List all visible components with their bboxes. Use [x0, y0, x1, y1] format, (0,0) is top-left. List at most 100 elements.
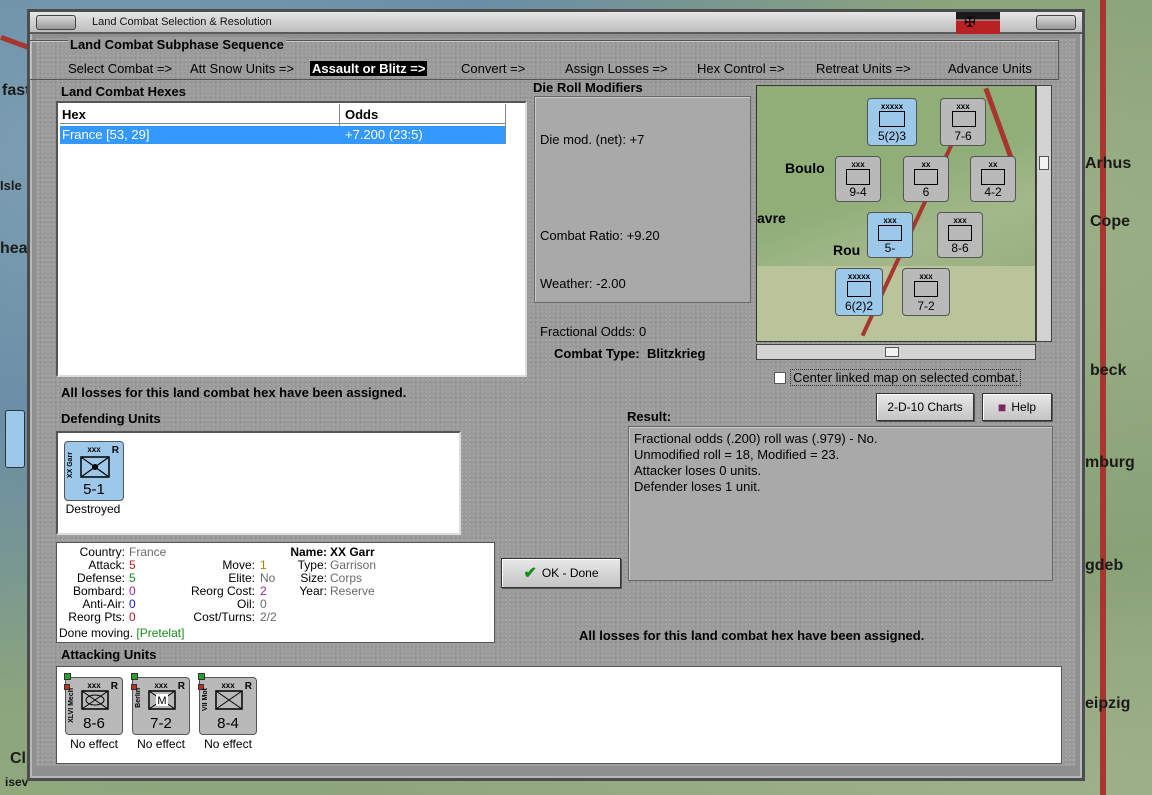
info-label: Cost/Turns: — [193, 610, 255, 624]
map-unit-counter[interactable]: xx 4-2 — [970, 156, 1016, 202]
window-close-button[interactable] — [1036, 15, 1076, 30]
counter-strength: 4-2 — [984, 185, 1002, 199]
table-header: Hex Odds — [60, 104, 505, 124]
window-menu-button[interactable] — [36, 15, 76, 30]
attacking-unit-counter[interactable]: VII Mot xxx R 8-4 — [198, 673, 257, 735]
unit-name: Berlin — [135, 688, 142, 708]
center-linked-label[interactable]: Center linked map on selected combat. — [790, 369, 1022, 386]
attacking-unit-counter[interactable]: XLVI Mech xxx R 8-6 — [64, 673, 123, 735]
combat-hexes-title: Land Combat Hexes — [61, 84, 186, 99]
map-label: gdeb — [1085, 557, 1124, 574]
done-moving-location: [Pretelat] — [136, 626, 185, 640]
column-header-odds[interactable]: Odds — [345, 107, 378, 122]
attacking-unit-result: No effect — [137, 737, 185, 751]
info-label: Name: — [290, 545, 327, 559]
step-att-snow-units: Att Snow Units => — [190, 61, 295, 76]
title-bar[interactable]: Land Combat Selection & Resolution ✠ — [30, 12, 1082, 34]
combat-ratio: Combat Ratio: +9.20 — [540, 228, 660, 243]
map-label: Cope — [1090, 213, 1130, 230]
cavalry-symbol-icon — [914, 169, 938, 185]
counter-strength: 5- — [884, 241, 896, 255]
step-convert: Convert => — [461, 61, 526, 76]
counter-level: xxx — [919, 272, 933, 281]
info-label: Country: — [79, 545, 125, 559]
map-label-rouen: Rou — [833, 242, 861, 258]
counter-level: xx — [921, 160, 931, 169]
step-assault-or-blitz: Assault or Blitz => — [310, 61, 428, 76]
border-line — [983, 87, 1016, 165]
defending-unit-counter[interactable]: XX Garr xxx R 5-1 — [64, 441, 124, 501]
scroll-thumb[interactable] — [1039, 156, 1049, 170]
map-label-havre: avre — [757, 210, 786, 226]
map-label: mburg — [1085, 454, 1135, 471]
map-label: isev — [5, 775, 29, 789]
map-unit-counter[interactable]: xxxxx 5(2)3 — [867, 98, 917, 146]
unit-info-panel: Country: France Attack: 5 Defense: 5 Bom… — [56, 542, 495, 643]
table-row[interactable]: France [53, 29] +7.200 (23:5) — [60, 126, 505, 144]
map-unit-counter[interactable]: xxx 8-6 — [937, 212, 983, 258]
motorized-symbol-icon: M — [148, 690, 176, 710]
info-label: Reorg Pts: — [68, 610, 125, 624]
map-unit-counter[interactable]: xx 6 — [903, 156, 949, 202]
ok-done-button[interactable]: ✔ OK - Done — [501, 558, 621, 588]
mech-infantry-symbol-icon — [81, 690, 109, 710]
help-button[interactable]: ■ Help — [982, 393, 1052, 421]
info-label: Elite: — [228, 571, 255, 585]
info-label: Year: — [299, 584, 327, 598]
column-divider — [505, 104, 506, 144]
info-value-size: Corps — [330, 571, 363, 585]
result-box: Fractional odds (.200) roll was (.979) -… — [628, 426, 1053, 581]
charts-button[interactable]: 2-D-10 Charts — [876, 393, 974, 421]
counter-level: xxx — [851, 160, 865, 169]
attacking-unit-counter[interactable]: Berlin xxx R M 7-2 — [131, 673, 190, 735]
step-advance-units: Advance Units — [948, 61, 1032, 76]
info-value-cost-turns: 2/2 — [260, 610, 277, 624]
info-value-oil: 0 — [260, 597, 267, 611]
map-label: Isle — [0, 178, 22, 193]
column-header-hex[interactable]: Hex — [62, 107, 86, 122]
center-linked-checkbox[interactable] — [774, 372, 786, 384]
minimap-vertical-scrollbar[interactable] — [1036, 85, 1052, 342]
combat-type-value: Blitzkrieg — [646, 346, 706, 361]
motorized-symbol-icon — [914, 281, 938, 297]
info-value-year: Reserve — [330, 584, 375, 598]
result-line: Attacker loses 0 units. — [634, 463, 762, 478]
land-area — [757, 266, 1035, 341]
map-unit-counter[interactable]: xxx 7-6 — [940, 98, 986, 146]
charts-button-label: 2-D-10 Charts — [887, 400, 963, 414]
unit-name: XX Garr — [67, 452, 74, 479]
info-label: Size: — [300, 571, 327, 585]
map-unit-counter-selected[interactable]: xxx 5- — [867, 212, 913, 258]
counter-strength: 5(2)3 — [877, 129, 906, 143]
step-hex-control: Hex Control => — [697, 61, 785, 76]
map-counter[interactable] — [5, 410, 25, 468]
reserve-marker: R — [177, 681, 185, 692]
german-flag-icon: ✠ — [956, 12, 1000, 34]
step-assign-losses: Assign Losses => — [565, 61, 668, 76]
svg-text:M: M — [157, 695, 166, 707]
fractional-odds: Fractional Odds: 0 — [540, 324, 647, 339]
help-button-label: Help — [1011, 400, 1037, 414]
info-value-name: XX Garr — [330, 545, 375, 559]
map-unit-counter[interactable]: xxx 9-4 — [835, 156, 881, 202]
counter-strength: 9-4 — [849, 185, 867, 199]
unit-name: VII Mot — [202, 688, 209, 711]
info-label: Oil: — [237, 597, 255, 611]
step-select-combat: Select Combat => — [68, 61, 173, 76]
scroll-thumb[interactable] — [885, 347, 899, 357]
die-roll-lines: Die mod. (net): +7 Combat Ratio: +9.20 W… — [540, 100, 660, 372]
map-unit-counter[interactable]: xxxxx 6(2)2 — [835, 268, 883, 316]
map-unit-counter[interactable]: xxx 7-2 — [902, 268, 950, 316]
ok-done-label: OK - Done — [541, 566, 599, 580]
attacking-units-title: Attacking Units — [61, 647, 157, 662]
info-label: Attack: — [88, 558, 125, 572]
combat-hexes-list[interactable]: Hex Odds France [53, 29] +7.200 (23:5) — [56, 101, 527, 377]
linked-minimap[interactable]: Boulo avre Rou xxxxx 5(2)3 xxx 7-6 xxx 9… — [756, 85, 1036, 342]
minimap-horizontal-scrollbar[interactable] — [756, 344, 1036, 360]
unit-strength: 5-1 — [83, 481, 105, 498]
book-icon: ■ — [997, 399, 1007, 415]
die-mod-net: Die mod. (net): +7 — [540, 132, 645, 147]
attacking-unit-result: No effect — [70, 737, 118, 751]
cell-hex: France [53, 29] — [62, 127, 150, 142]
